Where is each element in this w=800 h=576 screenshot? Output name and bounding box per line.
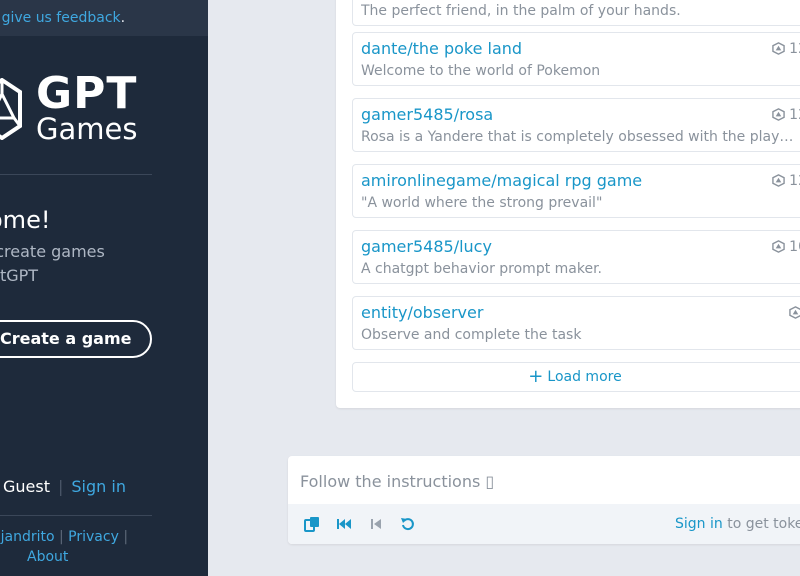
step-back-icon[interactable] [368, 516, 384, 532]
token-hint: Sign in to get token [675, 516, 800, 532]
logo[interactable]: GPT Games [0, 68, 208, 148]
footer-links: ejandrito | Privacy | About [0, 527, 128, 565]
game-card[interactable]: amironlinegame/magical rpg game "A world… [352, 164, 800, 218]
create-game-button[interactable]: Create a game [0, 320, 152, 358]
chat-sign-in-link[interactable]: Sign in [675, 516, 723, 532]
game-title: entity/observer [361, 303, 484, 322]
sidebar-divider-top [0, 174, 152, 175]
load-more-button[interactable]: + Load more [352, 362, 800, 392]
sidebar: ease give us feedback. GPT Games ome! d … [0, 0, 208, 576]
d20-icon [772, 240, 785, 253]
d20-icon [772, 42, 785, 55]
play-count: 12 [772, 173, 800, 189]
play-count: 10 [772, 239, 800, 255]
play-count-value: 10 [789, 239, 800, 255]
game-card[interactable]: dante/the poke land Welcome to the world… [352, 32, 800, 86]
game-description: Observe and complete the task [361, 327, 582, 343]
welcome-heading: ome! [0, 206, 51, 234]
welcome-line-1: d create games [0, 242, 105, 261]
copy-icon[interactable] [304, 516, 320, 532]
d20-icon [772, 108, 785, 121]
user-separator: | [58, 477, 64, 496]
author-link[interactable]: ejandrito [0, 529, 55, 545]
privacy-link[interactable]: Privacy [68, 529, 119, 545]
undo-icon[interactable] [400, 516, 416, 532]
user-name: Guest [3, 477, 50, 496]
game-title: amironlinegame/magical rpg game [361, 171, 643, 190]
plus-icon: + [528, 366, 544, 387]
feedback-bar: ease give us feedback. [0, 0, 208, 36]
game-description: The perfect friend, in the palm of your … [361, 3, 681, 19]
game-list-panel: The perfect friend, in the palm of your … [336, 0, 800, 408]
chat-box: Sign in to get token [288, 456, 800, 544]
feedback-suffix: . [120, 10, 126, 26]
game-card[interactable]: The perfect friend, in the palm of your … [352, 0, 800, 26]
play-count-value: 12 [789, 41, 800, 57]
sign-in-link[interactable]: Sign in [71, 477, 126, 496]
d20-icon [772, 174, 785, 187]
sidebar-divider-bottom [0, 515, 152, 516]
welcome-description: d create games hatGPT [0, 240, 105, 288]
about-link[interactable]: About [27, 547, 68, 567]
play-count-value: 12 [789, 173, 800, 189]
d20-logo-icon [0, 78, 22, 140]
game-title: gamer5485/lucy [361, 237, 492, 256]
token-hint-text: to get token [727, 516, 800, 532]
d20-icon [789, 306, 800, 319]
instruction-input[interactable] [300, 468, 800, 494]
game-description: A chatgpt behavior prompt maker. [361, 261, 603, 277]
game-card[interactable]: entity/observer Observe and complete the… [352, 296, 800, 350]
welcome-line-2: hatGPT [0, 266, 39, 285]
play-count: 12 [772, 107, 800, 123]
feedback-link[interactable]: give us feedback [2, 10, 121, 26]
game-description: "A world where the strong prevail" [361, 195, 603, 211]
play-count: 12 [772, 41, 800, 57]
game-description: Rosa is a Yandere that is completely obs… [361, 129, 800, 145]
game-card[interactable]: gamer5485/rosa Rosa is a Yandere that is… [352, 98, 800, 152]
play-count: 9 [789, 305, 800, 321]
load-more-label: Load more [547, 369, 622, 385]
rewind-to-start-icon[interactable] [336, 516, 352, 532]
logo-subtitle: Games [36, 112, 138, 146]
game-description: Welcome to the world of Pokemon [361, 63, 601, 79]
game-title: gamer5485/rosa [361, 105, 494, 124]
play-count-value: 12 [789, 107, 800, 123]
game-title: dante/the poke land [361, 39, 523, 58]
chat-toolbar: Sign in to get token [288, 504, 800, 544]
game-card[interactable]: gamer5485/lucy A chatgpt behavior prompt… [352, 230, 800, 284]
user-line: Guest | Sign in [3, 477, 126, 496]
